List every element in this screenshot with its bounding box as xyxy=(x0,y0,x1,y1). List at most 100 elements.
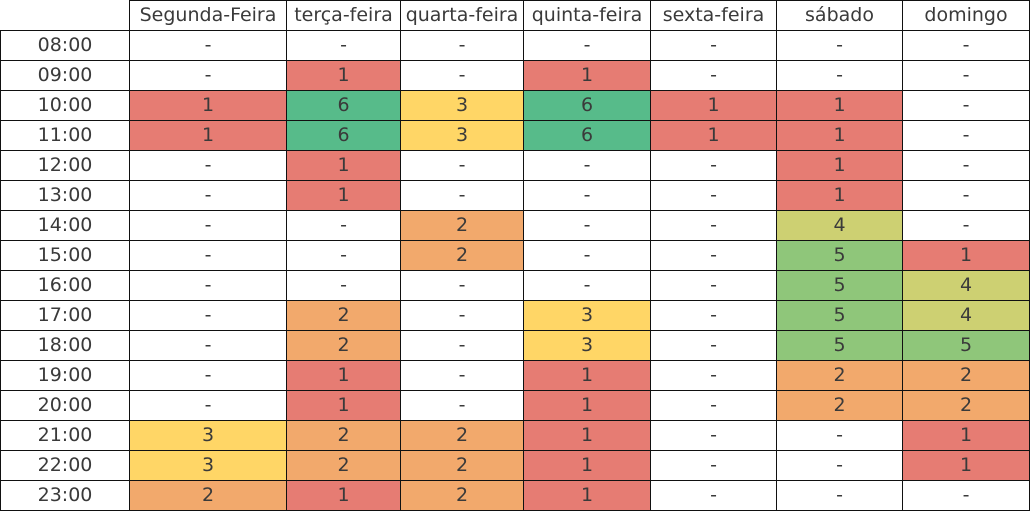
schedule-heatmap-table: Segunda-Feira terça-feira quarta-feira q… xyxy=(0,0,1030,511)
count-cell: - xyxy=(523,30,651,61)
count-cell: - xyxy=(650,210,777,241)
count-cell: 2 xyxy=(286,420,401,451)
count-cell: - xyxy=(129,270,287,301)
count-cell: - xyxy=(129,180,287,211)
count-cell: 1 xyxy=(523,450,651,481)
time-label: 11:00 xyxy=(0,120,130,151)
count-cell: - xyxy=(902,210,1030,241)
table-row: 15:00- -2- -5 1 xyxy=(0,240,1030,271)
count-cell: - xyxy=(902,90,1030,121)
count-cell: 4 xyxy=(902,300,1030,331)
count-cell: 1 xyxy=(523,390,651,421)
count-cell: - xyxy=(523,210,651,241)
time-label: 15:00 xyxy=(0,240,130,271)
count-cell: 3 xyxy=(129,420,287,451)
count-cell: 1 xyxy=(650,120,777,151)
table-row: 08:00- - - - - - - xyxy=(0,30,1030,61)
count-cell: - xyxy=(400,30,524,61)
count-cell: - xyxy=(286,210,401,241)
count-cell: 3 xyxy=(129,450,287,481)
count-cell: 1 xyxy=(523,420,651,451)
count-cell: 1 xyxy=(902,450,1030,481)
count-cell: 1 xyxy=(523,480,651,511)
count-cell: 1 xyxy=(902,420,1030,451)
count-cell: 1 xyxy=(523,360,651,391)
count-cell: - xyxy=(400,330,524,361)
column-header: quinta-feira xyxy=(523,0,651,31)
count-cell: - xyxy=(902,150,1030,181)
count-cell: - xyxy=(523,150,651,181)
count-cell: - xyxy=(400,390,524,421)
table-row: 10:00 1 6 3 6 1 1- xyxy=(0,90,1030,121)
count-cell: - xyxy=(400,360,524,391)
count-cell: - xyxy=(776,60,903,91)
count-cell: - xyxy=(776,420,903,451)
count-cell: - xyxy=(650,180,777,211)
table-row: 21:00 3 2 2 1- -1 xyxy=(0,420,1030,451)
count-cell: 2 xyxy=(776,360,903,391)
table-row: 14:00- -2- -4- xyxy=(0,210,1030,241)
header-row: Segunda-Feira terça-feira quarta-feira q… xyxy=(0,0,1030,31)
count-cell: - xyxy=(650,330,777,361)
count-cell: - xyxy=(286,270,401,301)
count-cell: - xyxy=(902,120,1030,151)
count-cell: 2 xyxy=(400,240,524,271)
time-label: 22:00 xyxy=(0,450,130,481)
time-label: 09:00 xyxy=(0,60,130,91)
time-label: 18:00 xyxy=(0,330,130,361)
count-cell: 3 xyxy=(400,90,524,121)
count-cell: 2 xyxy=(400,480,524,511)
time-label: 08:00 xyxy=(0,30,130,61)
count-cell: - xyxy=(650,450,777,481)
count-cell: 3 xyxy=(400,120,524,151)
count-cell: 4 xyxy=(902,270,1030,301)
count-cell: 5 xyxy=(776,300,903,331)
count-cell: 5 xyxy=(902,330,1030,361)
count-cell: - xyxy=(650,360,777,391)
time-label: 12:00 xyxy=(0,150,130,181)
count-cell: 3 xyxy=(523,330,651,361)
count-cell: - xyxy=(650,300,777,331)
count-cell: 1 xyxy=(650,90,777,121)
count-cell: - xyxy=(650,240,777,271)
count-cell: 1 xyxy=(129,90,287,121)
time-label: 13:00 xyxy=(0,180,130,211)
count-cell: 1 xyxy=(286,180,401,211)
table-body: 08:00- - - - - - -09:00-1-1- - -10:00 1 6 3 6 1 1-11:0… xyxy=(0,30,1030,511)
count-cell: 5 xyxy=(776,270,903,301)
count-cell: - xyxy=(129,30,287,61)
count-cell: - xyxy=(400,270,524,301)
count-cell: 2 xyxy=(286,300,401,331)
time-label: 14:00 xyxy=(0,210,130,241)
count-cell: - xyxy=(129,150,287,181)
count-cell: 2 xyxy=(400,450,524,481)
count-cell: 2 xyxy=(286,450,401,481)
table-row: 22:00 3 2 2 1- -1 xyxy=(0,450,1030,481)
count-cell: 5 xyxy=(776,330,903,361)
count-cell: 6 xyxy=(286,120,401,151)
count-cell: 1 xyxy=(902,240,1030,271)
column-header: domingo xyxy=(902,0,1030,31)
count-cell: - xyxy=(129,330,287,361)
count-cell: 2 xyxy=(902,390,1030,421)
count-cell: - xyxy=(650,480,777,511)
count-cell: - xyxy=(776,30,903,61)
count-cell: - xyxy=(129,390,287,421)
count-cell: - xyxy=(902,480,1030,511)
count-cell: 1 xyxy=(286,360,401,391)
count-cell: - xyxy=(286,30,401,61)
count-cell: - xyxy=(650,420,777,451)
count-cell: 6 xyxy=(286,90,401,121)
count-cell: - xyxy=(902,30,1030,61)
time-label: 16:00 xyxy=(0,270,130,301)
count-cell: - xyxy=(650,60,777,91)
count-cell: - xyxy=(129,300,287,331)
count-cell: - xyxy=(776,450,903,481)
count-cell: - xyxy=(286,240,401,271)
count-cell: - xyxy=(650,390,777,421)
count-cell: - xyxy=(400,180,524,211)
column-header: sábado xyxy=(776,0,903,31)
count-cell: - xyxy=(902,60,1030,91)
count-cell: - xyxy=(776,480,903,511)
time-label: 10:00 xyxy=(0,90,130,121)
